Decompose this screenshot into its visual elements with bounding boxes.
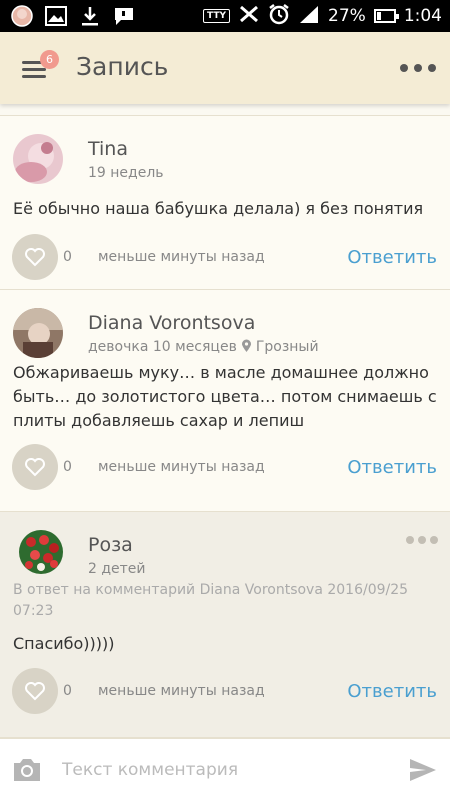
comment-time: меньше минуты назад <box>98 249 265 265</box>
comment-meta: 2 детей <box>88 561 146 577</box>
avatar-notification-icon <box>10 4 34 28</box>
avatar[interactable] <box>13 308 63 358</box>
like-button[interactable] <box>12 668 58 714</box>
reply-reference[interactable]: В ответ на комментарий Diana Vorontsova … <box>13 580 410 622</box>
status-bar: TTY 27% 1:04 <box>0 0 450 32</box>
message-icon <box>112 4 136 28</box>
heart-icon <box>25 248 45 267</box>
reply-button[interactable]: Ответить <box>347 247 437 268</box>
page-title: Запись <box>76 52 169 81</box>
more-dot-icon <box>400 64 408 72</box>
like-count: 0 <box>63 459 72 475</box>
menu-button[interactable]: 6 <box>16 50 59 84</box>
comment-time: меньше минуты назад <box>98 459 265 475</box>
comment-meta: девочка 10 месяцев Грозный <box>88 339 319 357</box>
comment-text: Спасибо))))) <box>13 634 115 653</box>
comment-options-button[interactable] <box>406 536 438 544</box>
heart-icon <box>25 682 45 701</box>
avatar[interactable] <box>13 134 63 184</box>
battery-icon <box>373 9 399 23</box>
like-button[interactable] <box>12 234 58 280</box>
comment-item: Роза 2 детей В ответ на комментарий Dian… <box>0 512 450 738</box>
camera-icon[interactable] <box>12 757 42 783</box>
comment-author[interactable]: Diana Vorontsova <box>88 312 255 334</box>
notification-badge: 6 <box>40 50 59 69</box>
reply-button[interactable]: Ответить <box>347 681 437 702</box>
comment-author[interactable]: Tina <box>88 138 128 160</box>
heart-icon <box>25 458 45 477</box>
comment-composer <box>0 738 450 800</box>
more-dot-icon <box>406 536 414 544</box>
avatar[interactable] <box>19 530 63 574</box>
like-count: 0 <box>63 249 72 265</box>
comment-meta: 19 недель <box>88 165 164 181</box>
more-options-button[interactable] <box>400 56 436 80</box>
comment-text: Её обычно наша бабушка делала) я без пон… <box>13 199 424 218</box>
comment-item: Tina 19 недель Её обычно наша бабушка де… <box>0 116 450 290</box>
battery-percent: 27% <box>328 6 366 26</box>
alarm-icon <box>268 3 290 30</box>
download-icon <box>78 4 102 28</box>
tty-indicator: TTY <box>203 9 231 23</box>
reply-button[interactable]: Ответить <box>347 457 437 478</box>
clock: 1:04 <box>403 6 442 26</box>
comment-text: Обжариваешь муку… в масле домашнее должн… <box>13 363 437 430</box>
signal-icon <box>298 4 320 29</box>
divider <box>0 104 450 116</box>
network-icon <box>238 4 260 29</box>
app-bar: 6 Запись <box>0 32 450 104</box>
like-count: 0 <box>63 683 72 699</box>
location-pin-icon <box>241 339 252 357</box>
comment-input[interactable] <box>62 753 382 787</box>
comment-author[interactable]: Роза <box>88 534 133 556</box>
comment-item: Diana Vorontsova девочка 10 месяцев Грозн… <box>0 290 450 512</box>
like-button[interactable] <box>12 444 58 490</box>
comment-time: меньше минуты назад <box>98 683 265 699</box>
comments-feed[interactable]: Tina 19 недель Её обычно наша бабушка де… <box>0 104 450 738</box>
send-icon[interactable] <box>408 757 438 783</box>
image-icon <box>44 4 68 28</box>
location: Грозный <box>255 339 319 355</box>
